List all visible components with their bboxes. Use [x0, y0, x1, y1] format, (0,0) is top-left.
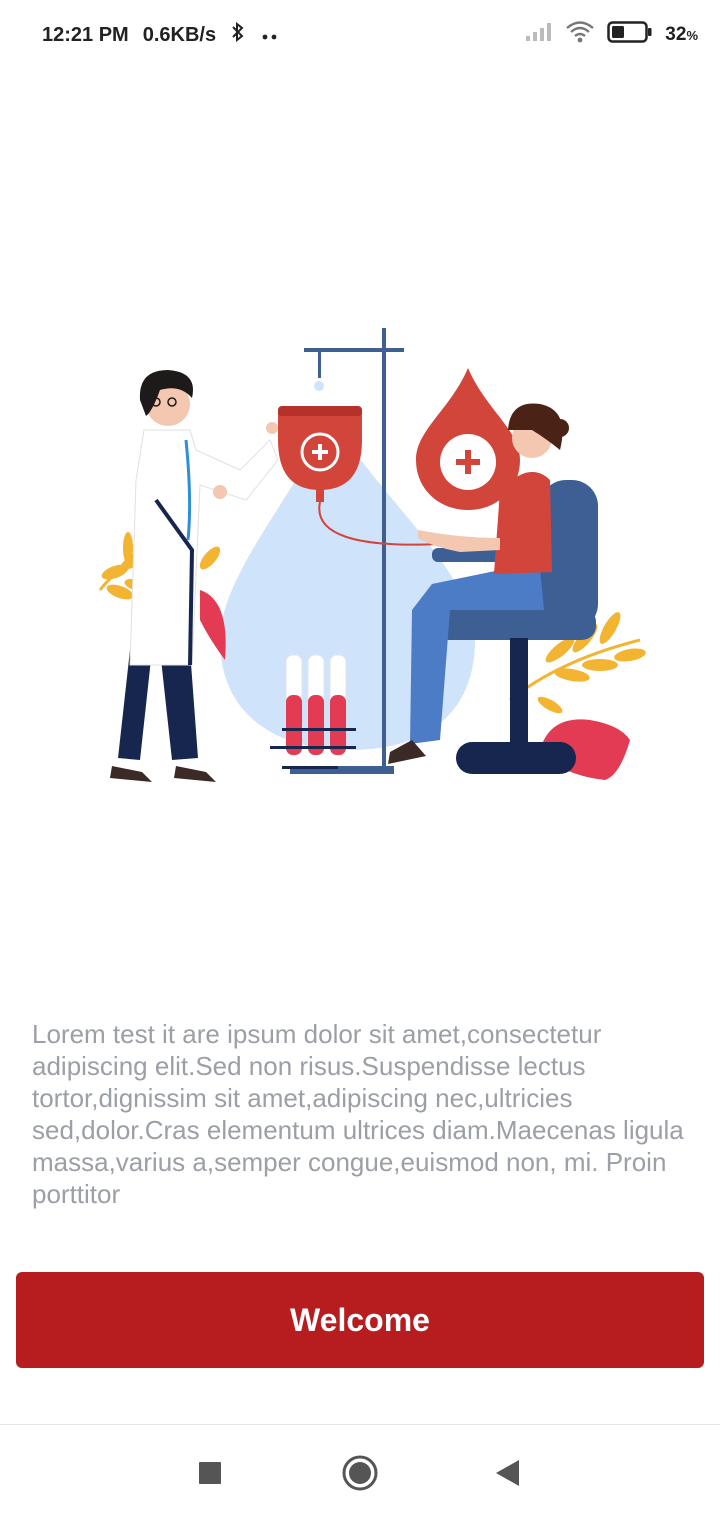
status-time: 12:21 PM [42, 23, 129, 46]
signal-icon [525, 22, 553, 48]
home-circle-icon[interactable] [336, 1449, 384, 1497]
battery-icon [607, 20, 653, 50]
navigation-bar [0, 1424, 720, 1520]
welcome-button[interactable]: Welcome [16, 1272, 704, 1368]
network-speed: 0.6KB/s [142, 23, 217, 46]
welcome-screen: 12:21 PM 0.6KB/s 32% Lorem test it are i… [0, 0, 720, 1520]
back-triangle-icon[interactable] [484, 1449, 532, 1497]
status-left: 12:21 PM 0.6KB/s [42, 21, 280, 48]
battery-percent: 32% [665, 24, 698, 46]
blood-donation-illustration [60, 320, 660, 800]
battery-unit: % [686, 28, 698, 43]
more-dots-icon [260, 24, 280, 47]
status-bar: 12:21 PM 0.6KB/s 32% [0, 0, 720, 72]
recents-square-icon[interactable] [186, 1449, 234, 1497]
description-text: Lorem test it are ipsum dolor sit amet,c… [32, 1019, 684, 1209]
bluetooth-icon [230, 21, 246, 48]
status-right: 32% [525, 20, 698, 50]
wifi-icon [565, 20, 595, 50]
battery-value: 32 [665, 24, 687, 45]
